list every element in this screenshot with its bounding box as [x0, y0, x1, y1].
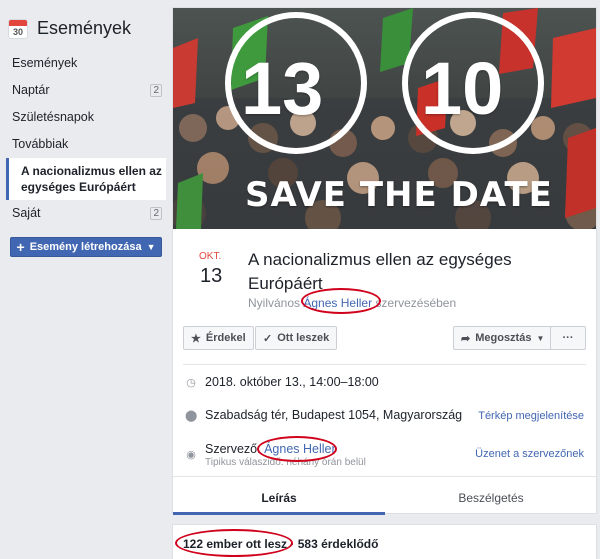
cover-save-the-date: SAVE THE DATE: [245, 175, 553, 215]
sidebar-item-current-event[interactable]: A nacionalizmus ellen az egységes Európá…: [6, 158, 166, 200]
sidebar-item-more[interactable]: Továbbiak: [12, 135, 162, 153]
sidebar-item-calendar[interactable]: Naptár 2: [12, 81, 162, 99]
sidebar: 30 Események Események Naptár 2 Születés…: [0, 0, 172, 559]
event-date-day: 13: [200, 265, 223, 287]
event-datetime: 2018. október 13., 14:00–18:00: [205, 375, 379, 389]
attendance-stats: 122 ember ott lesz · 583 érdeklődő: [183, 537, 379, 551]
event-subtitle: Nyilvános Ágnes Heller szervezésében: [248, 296, 456, 310]
organizer-link[interactable]: Ágnes Heller: [303, 296, 372, 310]
cover-number-right: 10: [421, 47, 504, 130]
going-button[interactable]: ✓ Ott leszek: [255, 326, 338, 350]
sidebar-title: Események: [37, 18, 132, 38]
sidebar-item-count: 2: [150, 206, 162, 220]
caret-down-icon: ▼: [536, 333, 545, 343]
interested-button[interactable]: ★ Érdekel: [183, 326, 254, 350]
share-arrow-icon: ➦: [461, 332, 471, 345]
calendar-icon: 30: [8, 18, 28, 39]
attendance-card: 122 ember ott lesz · 583 érdeklődő: [172, 524, 597, 559]
location-pin-icon: ⬤: [185, 410, 198, 422]
divider: [183, 364, 586, 365]
organized-suffix: szervezésében: [375, 296, 457, 310]
check-icon: ✓: [263, 332, 273, 345]
share-button[interactable]: ➦ Megosztás ▼: [453, 326, 553, 350]
sidebar-item-label: Születésnapok: [12, 110, 95, 124]
sidebar-item-own[interactable]: Saját 2: [12, 204, 162, 222]
event-card: 13 10 SAVE THE DATE OKT. 13 A nacionaliz…: [172, 7, 597, 515]
cover-number-left: 13: [241, 47, 324, 130]
message-organizer-link[interactable]: Üzenet a szervezőnek: [475, 448, 584, 460]
organizer-name-link[interactable]: Ágnes Heller: [264, 442, 336, 456]
interested-count-link[interactable]: 583 érdeklődő: [298, 537, 379, 551]
create-event-button[interactable]: + Esemény létrehozása ▼: [10, 237, 162, 257]
going-label: Ott leszek: [277, 332, 330, 344]
more-options-label: ···: [562, 332, 574, 344]
event-visibility: Nyilvános: [248, 296, 301, 310]
sidebar-item-label: Saját: [12, 206, 41, 220]
create-event-label: Esemény létrehozása: [29, 241, 142, 253]
clock-icon: ◷: [186, 377, 196, 389]
event-location[interactable]: Szabadság tér, Budapest 1054, Magyarorsz…: [205, 408, 462, 422]
more-options-button[interactable]: ···: [550, 326, 586, 350]
star-icon: ★: [191, 332, 201, 345]
show-map-link[interactable]: Térkép megjelenítése: [478, 410, 584, 422]
event-date-month: OKT.: [199, 251, 222, 262]
messenger-icon: ◉: [186, 449, 196, 461]
caret-down-icon: ▼: [146, 242, 156, 252]
going-count-link[interactable]: 122 ember ott lesz: [183, 537, 287, 551]
sidebar-header[interactable]: 30 Események: [8, 18, 131, 39]
plus-icon: +: [16, 239, 25, 255]
event-title: A nacionalizmus ellen az egységes Európá…: [248, 250, 512, 293]
tab-discussion[interactable]: Beszélgetés: [385, 483, 597, 515]
interested-label: Érdekel: [205, 332, 246, 344]
tab-description[interactable]: Leírás: [173, 483, 385, 515]
sidebar-item-events[interactable]: Események: [12, 54, 162, 72]
response-time: Tipikus válaszidő: néhány órán belül: [205, 457, 366, 468]
sidebar-item-label: Továbbiak: [12, 137, 69, 151]
organizer-row: Szervező: Ágnes Heller: [205, 442, 336, 456]
sidebar-item-birthdays[interactable]: Születésnapok: [12, 108, 162, 126]
cover-photo[interactable]: 13 10 SAVE THE DATE: [173, 8, 596, 229]
organizer-label: Szervező:: [205, 442, 261, 456]
sidebar-item-label: Naptár: [12, 83, 50, 97]
divider: [173, 476, 596, 477]
sidebar-item-count: 2: [150, 83, 162, 97]
sidebar-item-label: Események: [12, 56, 78, 70]
share-label: Megosztás: [475, 332, 532, 344]
